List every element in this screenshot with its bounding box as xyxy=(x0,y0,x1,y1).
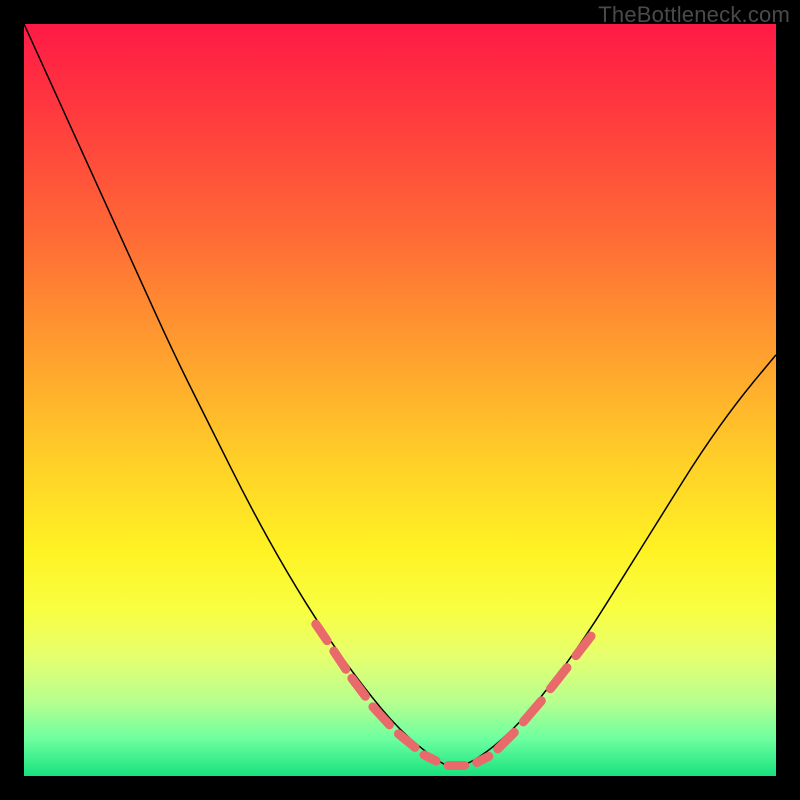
dash-segment xyxy=(498,732,515,749)
dash-segment xyxy=(398,734,415,748)
dash-segment xyxy=(352,678,366,696)
dash-segment xyxy=(373,707,390,725)
dash-segment xyxy=(550,668,567,689)
optimal-range-dashes xyxy=(316,624,591,765)
dash-segment xyxy=(477,756,489,762)
dash-segment xyxy=(316,624,327,641)
dash-segment xyxy=(576,636,591,656)
bottleneck-curve xyxy=(24,24,776,767)
chart-area xyxy=(24,24,776,776)
watermark-text: TheBottleneck.com xyxy=(598,2,790,28)
dash-segment xyxy=(334,651,346,669)
bottleneck-plot xyxy=(24,24,776,776)
dash-segment xyxy=(523,701,541,722)
dash-segment xyxy=(424,755,436,761)
